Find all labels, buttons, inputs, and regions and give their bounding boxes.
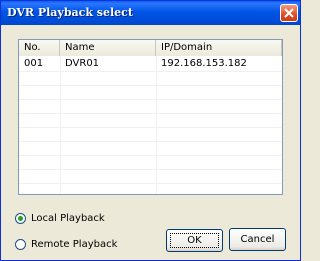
window-title: DVR Playback select <box>7 6 133 19</box>
grid-line <box>19 155 282 156</box>
close-icon <box>284 8 294 18</box>
grid-line <box>19 127 282 128</box>
cancel-button-label: Cancel <box>240 234 275 245</box>
grid-line <box>19 113 282 114</box>
close-button[interactable] <box>280 4 298 22</box>
column-header-name[interactable]: Name <box>60 40 156 56</box>
grid-line <box>19 183 282 184</box>
grid-line <box>19 71 282 72</box>
cell-name: DVR01 <box>65 58 100 69</box>
remote-playback-radio[interactable] <box>15 238 26 250</box>
cancel-button[interactable]: Cancel <box>229 228 286 251</box>
grid-line <box>19 85 282 86</box>
remote-playback-option[interactable]: Remote Playback <box>15 237 117 251</box>
dvr-list[interactable]: No. Name IP/Domain 001 DVR01 192.168.153… <box>18 39 283 195</box>
column-divider <box>156 56 157 194</box>
local-playback-option[interactable]: Local Playback <box>15 211 105 225</box>
title-bar[interactable]: DVR Playback select <box>1 1 300 25</box>
local-playback-radio[interactable] <box>15 212 26 224</box>
column-header-ip[interactable]: IP/Domain <box>156 40 282 56</box>
grid-line <box>19 141 282 142</box>
local-playback-label: Local Playback <box>31 212 105 224</box>
grid-line <box>19 169 282 170</box>
dialog-window: DVR Playback select No. Name IP/Domain 0… <box>0 0 301 261</box>
ok-button[interactable]: OK <box>166 229 223 252</box>
cell-ip: 192.168.153.182 <box>161 58 247 69</box>
remote-playback-label: Remote Playback <box>31 238 118 250</box>
cell-no: 001 <box>24 58 44 69</box>
column-divider <box>60 56 61 194</box>
grid-line <box>19 99 282 100</box>
list-header: No. Name IP/Domain <box>19 40 282 56</box>
focus-rect <box>170 233 219 248</box>
column-header-no[interactable]: No. <box>19 40 60 56</box>
table-row[interactable]: 001 DVR01 192.168.153.182 <box>19 57 282 71</box>
